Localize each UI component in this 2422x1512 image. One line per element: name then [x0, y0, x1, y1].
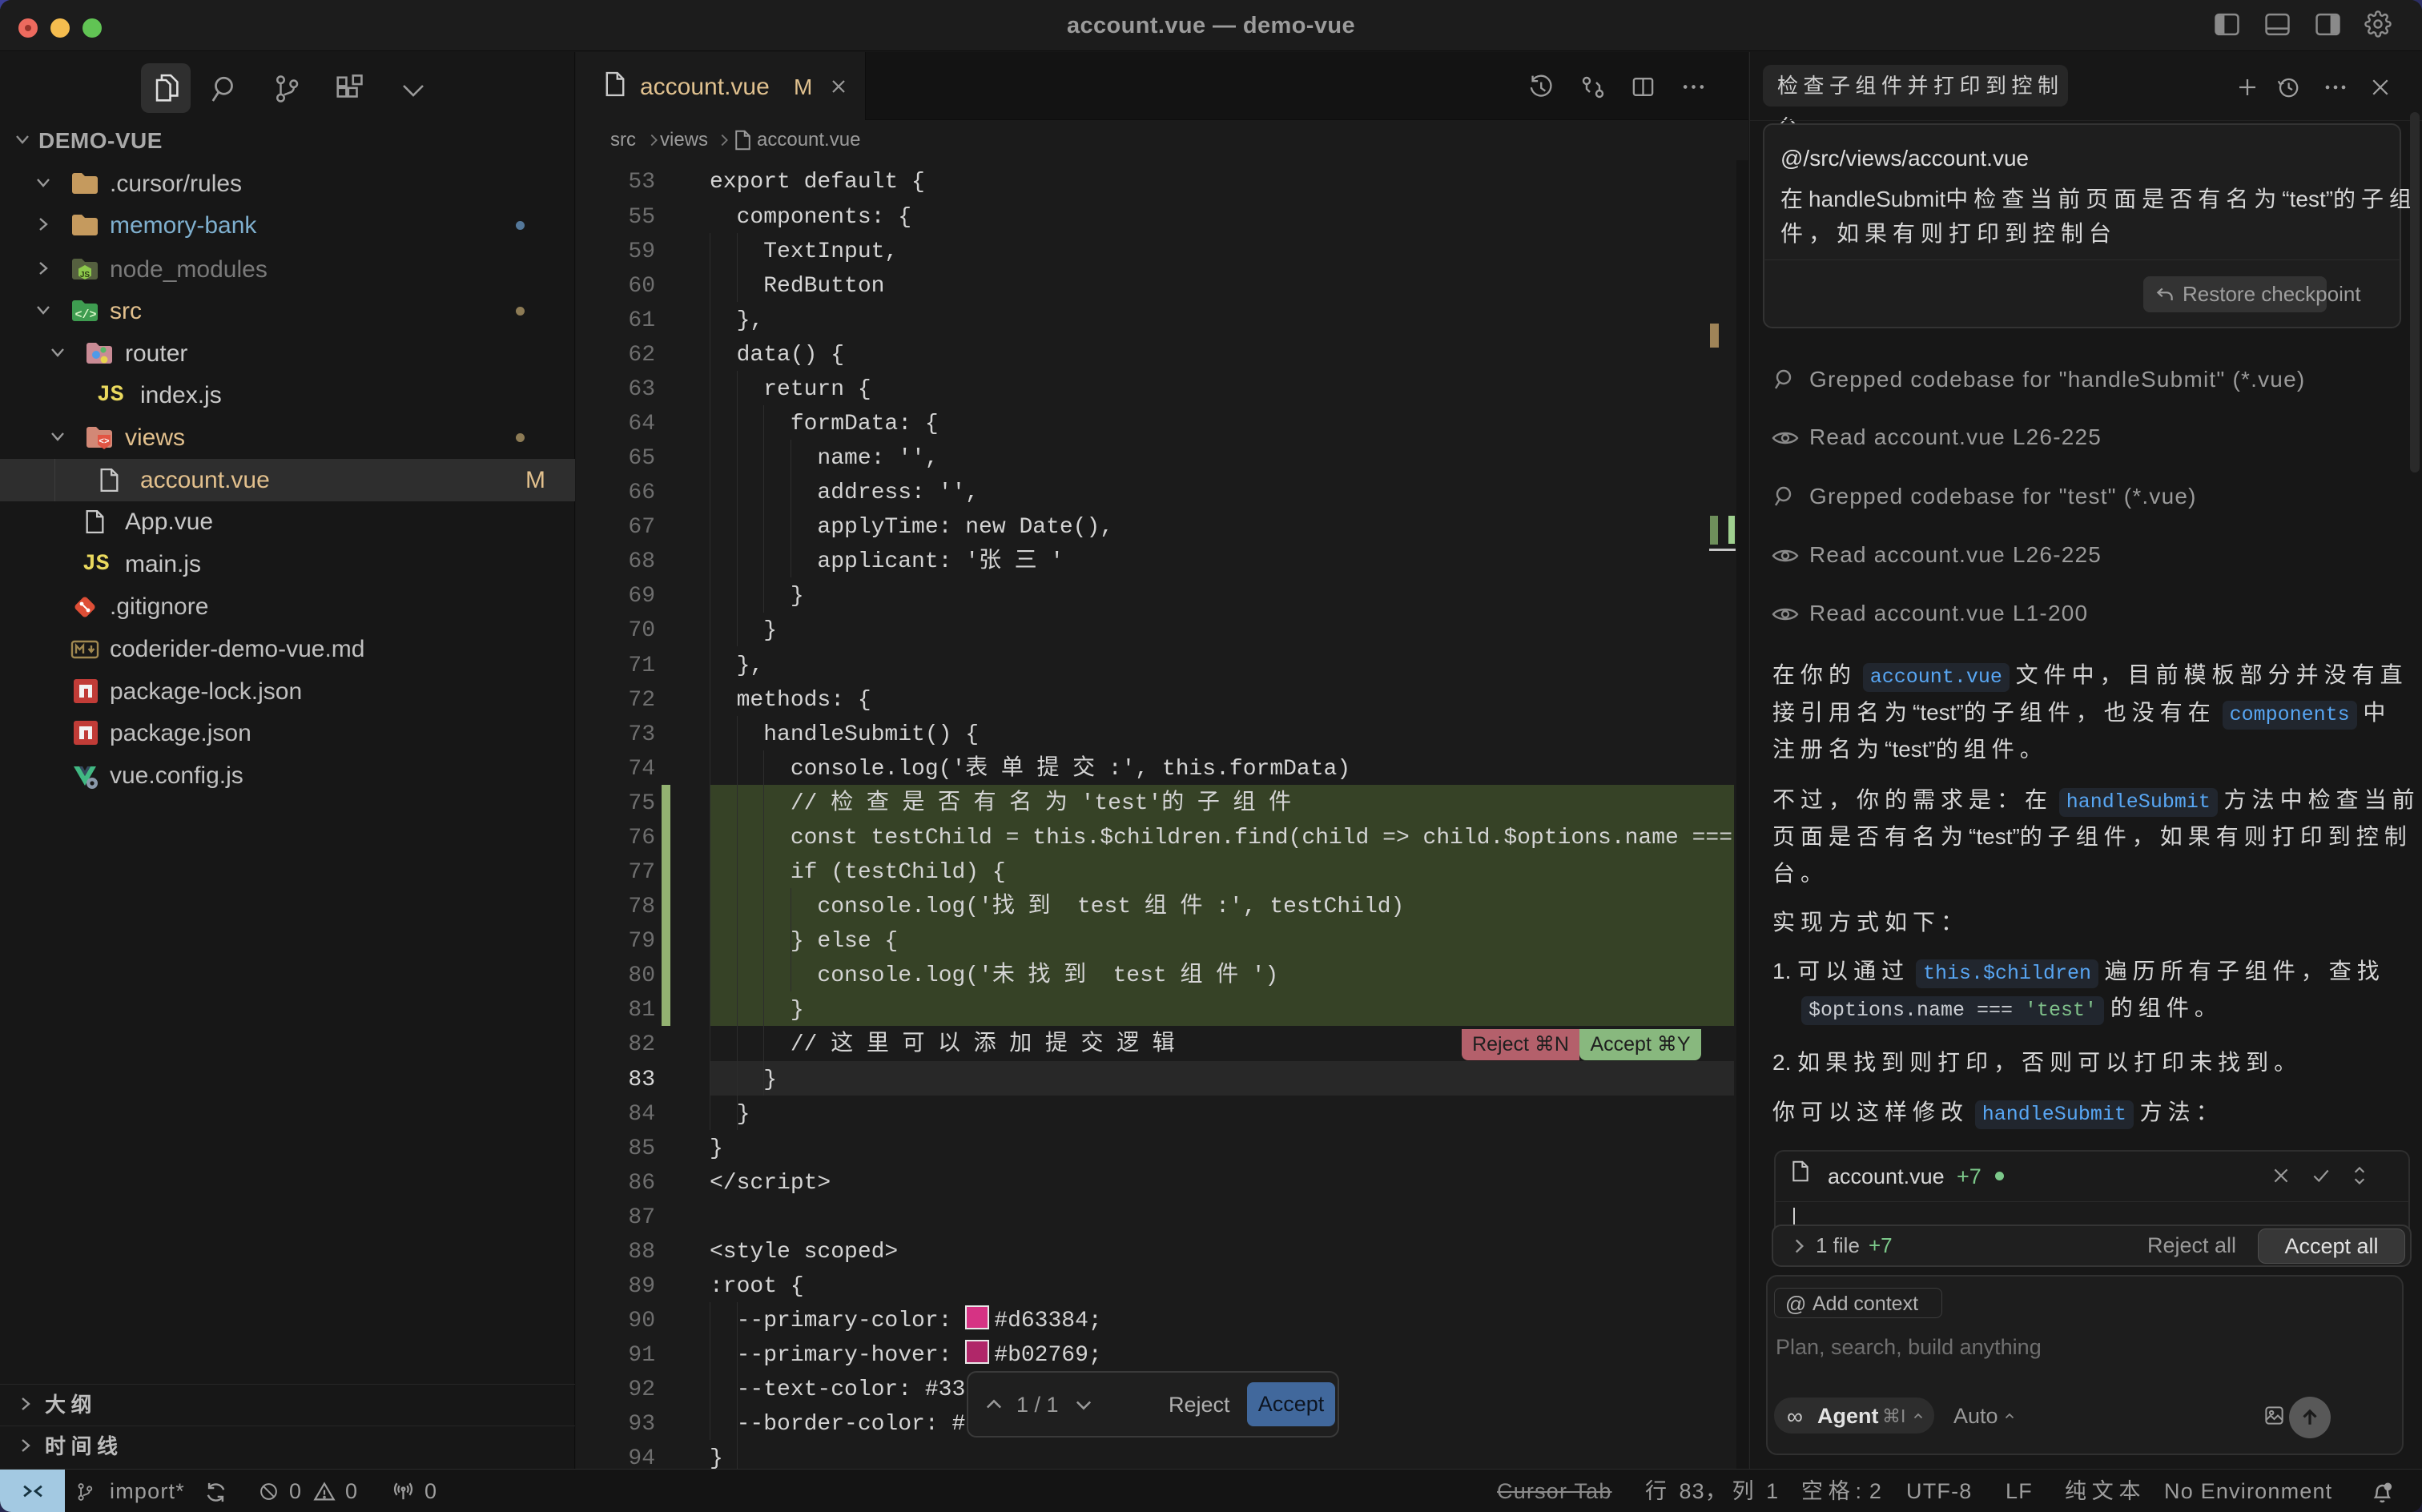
svg-text:<>: <>	[99, 437, 110, 447]
svg-text:JS: JS	[80, 271, 91, 279]
svg-text:</>: </>	[74, 308, 96, 322]
